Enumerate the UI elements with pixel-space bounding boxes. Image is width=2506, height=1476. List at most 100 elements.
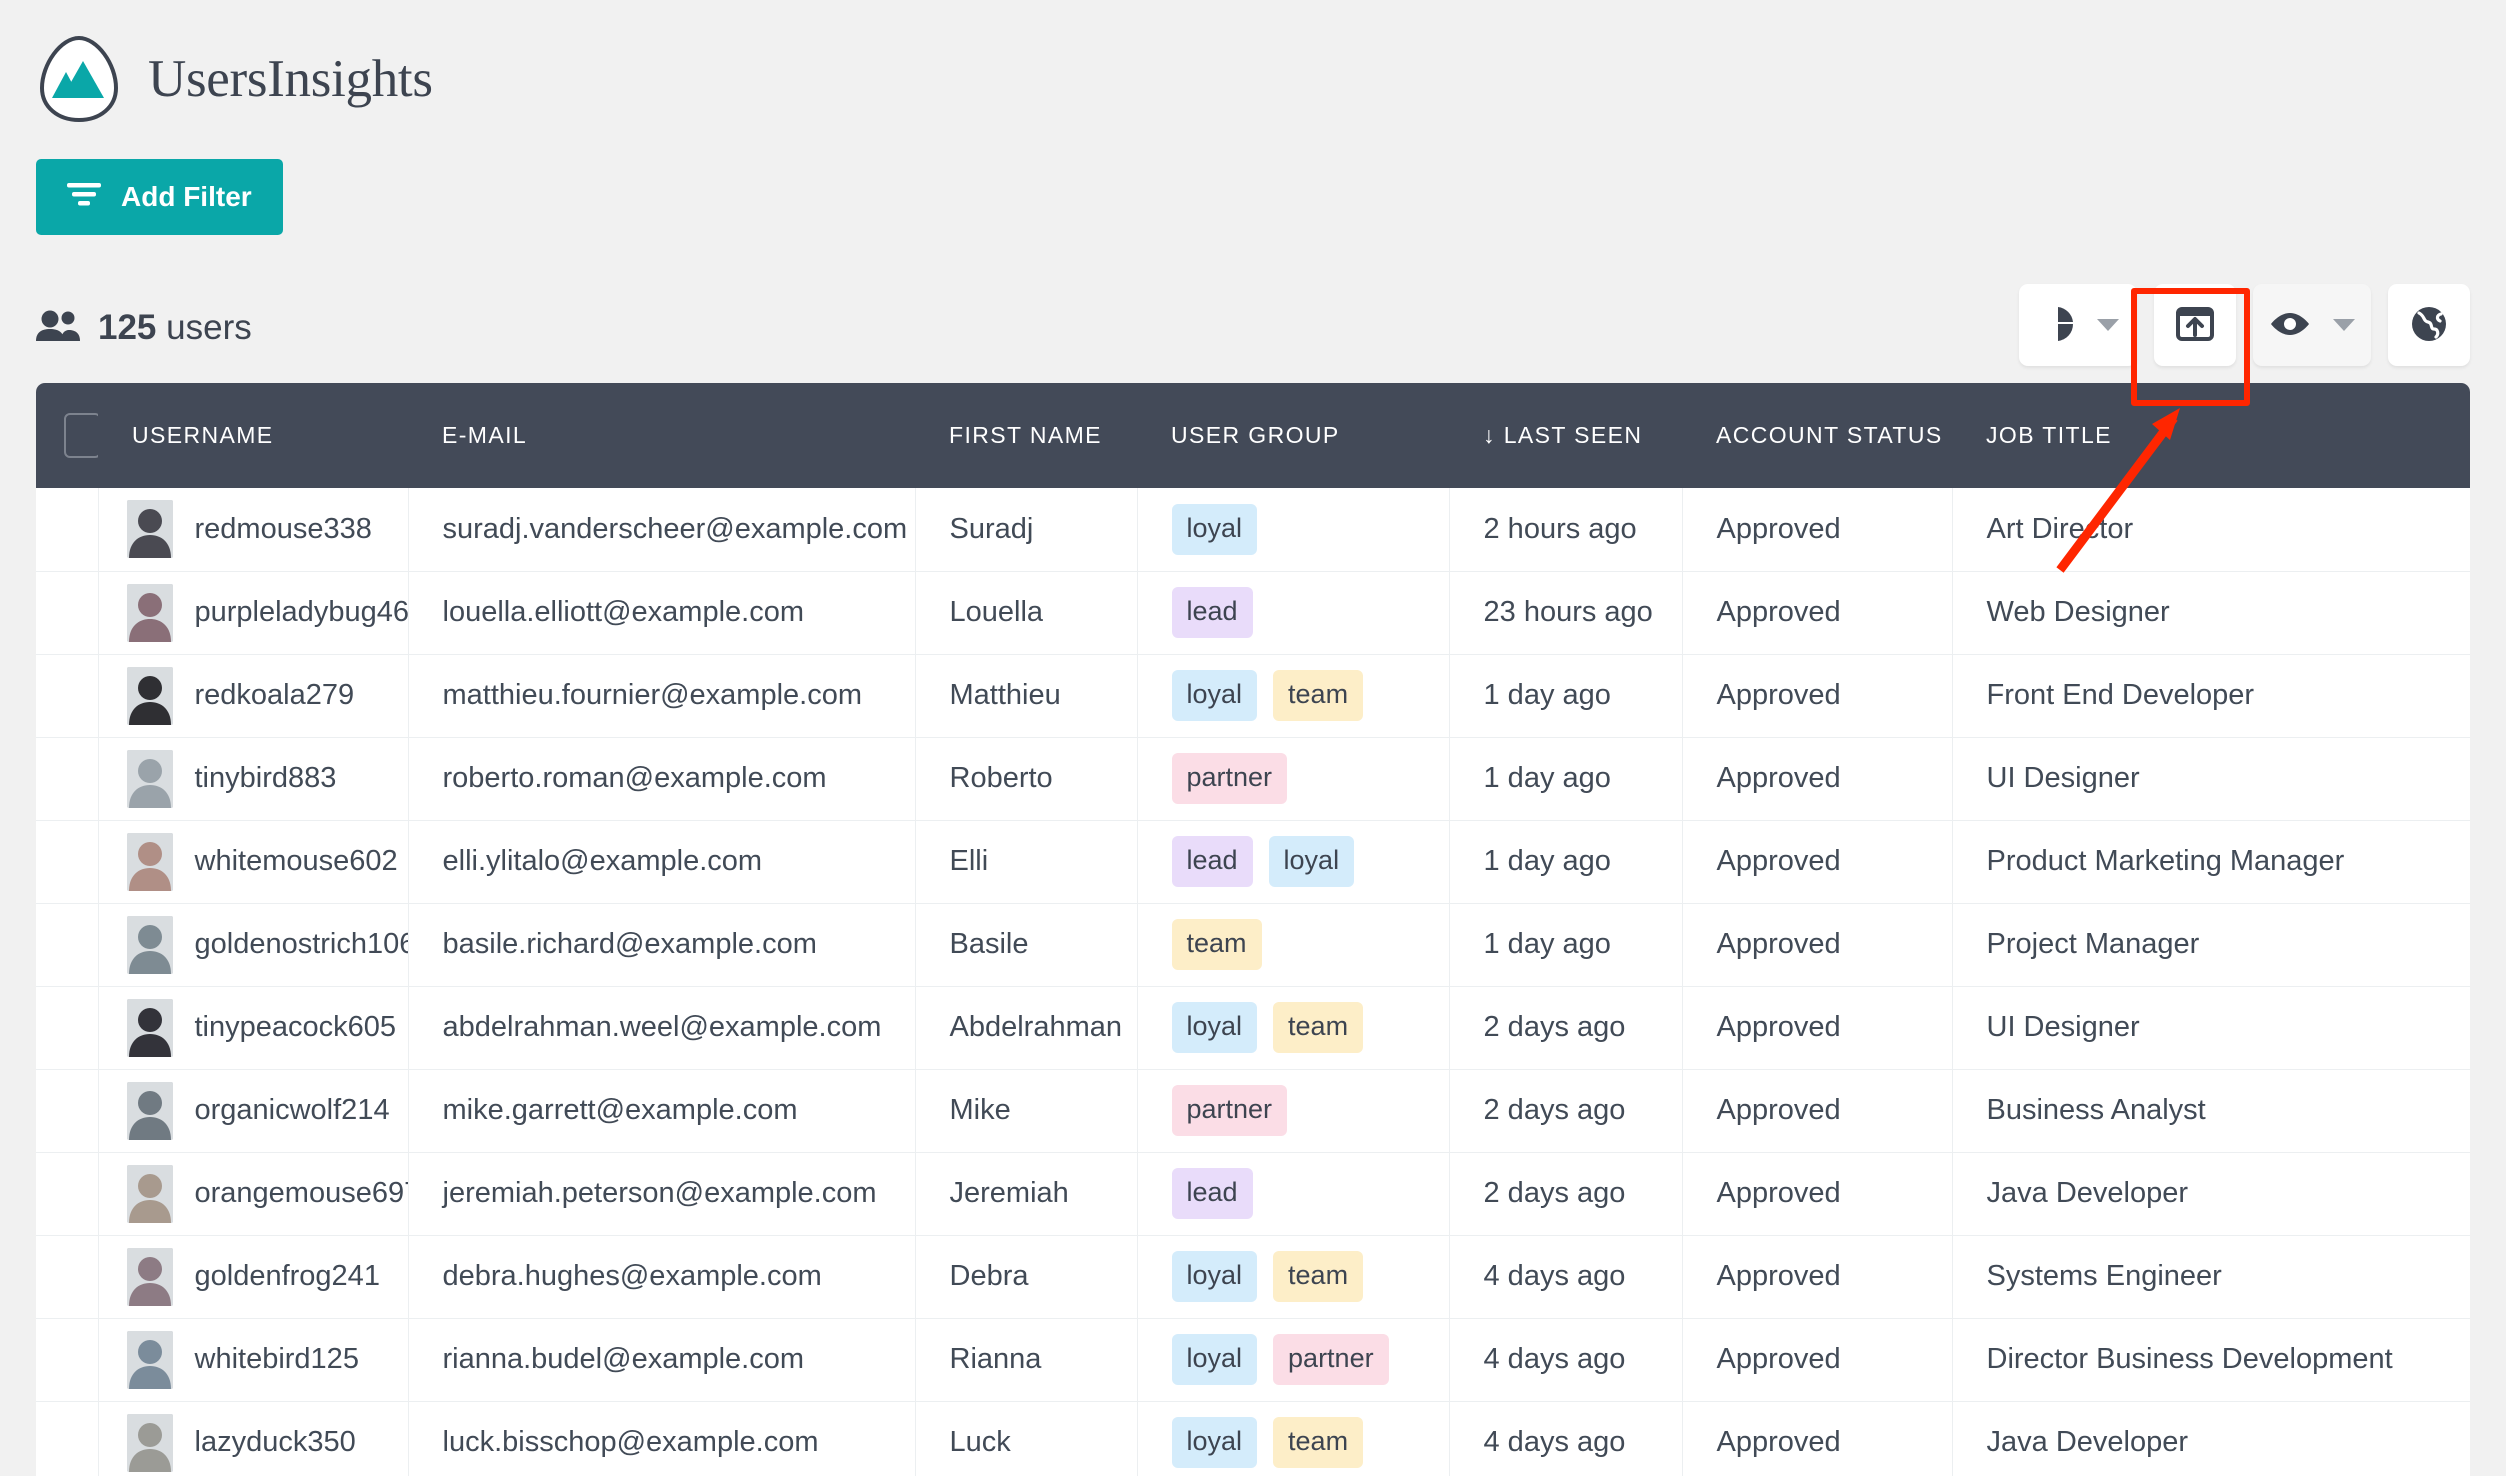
user-group-badge[interactable]: partner bbox=[1171, 753, 1288, 804]
row-checkbox-cell[interactable] bbox=[36, 737, 98, 821]
user-group-badge[interactable]: loyal bbox=[1171, 1002, 1258, 1053]
table-row[interactable]: lazyduck350 luck.bisschop@example.com Luck… bbox=[36, 1401, 2470, 1476]
cell-username[interactable]: purpleladybug461 bbox=[97, 571, 408, 655]
cell-username[interactable]: goldenostrich106 bbox=[97, 903, 408, 987]
export-button[interactable] bbox=[2154, 284, 2236, 366]
avatar bbox=[126, 583, 173, 642]
table-row[interactable]: tinypeacock605 abdelrahman.weel@example.c… bbox=[36, 986, 2470, 1070]
cell-account-status: Approved bbox=[1681, 1401, 1952, 1476]
user-group-badge[interactable]: partner bbox=[1171, 1085, 1288, 1136]
column-header-first-name[interactable]: FIRST NAME bbox=[915, 383, 1137, 488]
cell-username[interactable]: goldenfrog241 bbox=[97, 1235, 408, 1319]
user-group-badge[interactable]: loyal bbox=[1171, 503, 1258, 555]
select-all-header[interactable] bbox=[36, 383, 101, 488]
table-row[interactable]: goldenfrog241 debra.hughes@example.com Deb… bbox=[36, 1235, 2470, 1319]
user-group-badge[interactable]: lead bbox=[1171, 836, 1253, 887]
user-group-badge[interactable]: loyal bbox=[1268, 836, 1355, 887]
username-text: goldenfrog241 bbox=[194, 1260, 380, 1292]
table-actions-toolbar bbox=[2019, 284, 2470, 366]
table-row[interactable]: tinybird883 roberto.roman@example.com Robe… bbox=[36, 737, 2470, 821]
cell-username[interactable]: organicwolf214 bbox=[97, 1069, 408, 1153]
row-checkbox-cell[interactable] bbox=[36, 903, 98, 987]
row-checkbox-cell[interactable] bbox=[36, 488, 98, 572]
cell-job-title: Systems Engineer bbox=[1951, 1235, 2470, 1319]
row-checkbox-cell[interactable] bbox=[36, 1318, 98, 1402]
row-checkbox-cell[interactable] bbox=[36, 1069, 98, 1153]
cell-username[interactable]: lazyduck350 bbox=[97, 1401, 408, 1476]
visibility-dropdown-button[interactable] bbox=[2253, 284, 2371, 366]
row-checkbox-cell[interactable] bbox=[36, 1235, 98, 1319]
column-header-last-seen[interactable]: ↓ LAST SEEN bbox=[1449, 383, 1682, 488]
cell-user-group: team bbox=[1136, 903, 1449, 987]
avatar bbox=[126, 1081, 173, 1140]
user-group-badge[interactable]: loyal bbox=[1171, 1251, 1258, 1302]
table-row[interactable]: whitemouse602 elli.ylitalo@example.com Ell… bbox=[36, 820, 2470, 904]
cell-account-status: Approved bbox=[1681, 820, 1952, 904]
cell-job-title: Product Marketing Manager bbox=[1951, 820, 2470, 904]
cell-username[interactable]: tinybird883 bbox=[97, 737, 408, 821]
table-row[interactable]: orangemouse697 jeremiah.peterson@example.… bbox=[36, 1152, 2470, 1236]
user-group-badge[interactable]: team bbox=[1171, 919, 1262, 970]
cell-job-title: UI Designer bbox=[1951, 737, 2470, 821]
map-button[interactable] bbox=[2388, 284, 2470, 366]
cell-last-seen: 2 days ago bbox=[1448, 1152, 1682, 1236]
user-group-badge[interactable]: team bbox=[1273, 1251, 1364, 1302]
table-row[interactable]: whitebird125 rianna.budel@example.com Rian… bbox=[36, 1318, 2470, 1402]
username-text: tinybird883 bbox=[194, 762, 337, 794]
cell-username[interactable]: tinypeacock605 bbox=[97, 986, 408, 1070]
row-checkbox-cell[interactable] bbox=[36, 571, 98, 655]
cell-username[interactable]: whitemouse602 bbox=[97, 820, 408, 904]
add-filter-label: Add Filter bbox=[121, 181, 252, 212]
user-group-badge[interactable]: team bbox=[1273, 670, 1364, 721]
cell-account-status: Approved bbox=[1681, 488, 1952, 572]
cell-account-status: Approved bbox=[1681, 1152, 1952, 1236]
table-row[interactable]: redmouse338 suradj.vanderscheer@example.c… bbox=[36, 488, 2470, 572]
username-text: tinypeacock605 bbox=[194, 1011, 397, 1043]
cell-last-seen: 23 hours ago bbox=[1448, 571, 1682, 655]
column-header-username[interactable]: USERNAME bbox=[98, 383, 408, 488]
cell-username[interactable]: redkoala279 bbox=[97, 654, 408, 738]
user-group-badge[interactable]: partner bbox=[1273, 1334, 1389, 1385]
user-group-badge[interactable]: loyal bbox=[1171, 1417, 1258, 1469]
avatar bbox=[126, 1164, 173, 1223]
user-group-badge[interactable]: team bbox=[1273, 1417, 1364, 1469]
cell-email: abdelrahman.weel@example.com bbox=[407, 986, 915, 1070]
row-checkbox-cell[interactable] bbox=[36, 1152, 98, 1236]
row-checkbox-cell[interactable] bbox=[36, 654, 98, 738]
table-row[interactable]: purpleladybug461 louella.elliott@example.… bbox=[36, 571, 2470, 655]
people-icon bbox=[36, 310, 80, 347]
row-checkbox-cell[interactable] bbox=[36, 986, 98, 1070]
table-body: redmouse338 suradj.vanderscheer@example.c… bbox=[36, 488, 2470, 1476]
user-group-badge[interactable]: lead bbox=[1171, 1168, 1253, 1219]
cell-last-seen: 2 days ago bbox=[1448, 986, 1682, 1070]
cell-last-seen: 1 day ago bbox=[1448, 903, 1682, 987]
row-checkbox-cell[interactable] bbox=[36, 1401, 98, 1476]
add-filter-button[interactable]: Add Filter bbox=[36, 159, 283, 235]
cell-user-group: loyal team bbox=[1136, 654, 1449, 738]
user-group-badge[interactable]: loyal bbox=[1171, 670, 1258, 721]
chevron-down-icon bbox=[2097, 319, 2119, 331]
column-header-job-title[interactable]: JOB TITLE bbox=[1952, 383, 2470, 488]
cell-job-title: Web Designer bbox=[1951, 571, 2470, 655]
user-count: 125 users bbox=[36, 308, 252, 348]
cell-username[interactable]: redmouse338 bbox=[97, 488, 408, 572]
user-group-badge[interactable]: lead bbox=[1171, 587, 1253, 638]
chart-dropdown-button[interactable] bbox=[2019, 284, 2137, 366]
avatar bbox=[126, 832, 173, 891]
brand-name: UsersInsights bbox=[148, 50, 433, 108]
chevron-down-icon bbox=[2333, 319, 2355, 331]
user-group-badge[interactable]: loyal bbox=[1171, 1334, 1258, 1385]
table-row[interactable]: redkoala279 matthieu.fournier@example.com… bbox=[36, 654, 2470, 738]
column-header-email[interactable]: E-MAIL bbox=[408, 383, 915, 488]
column-header-user-group[interactable]: USER GROUP bbox=[1137, 383, 1449, 488]
cell-username[interactable]: whitebird125 bbox=[97, 1318, 408, 1402]
table-row[interactable]: organicwolf214 mike.garrett@example.com Mi… bbox=[36, 1069, 2470, 1153]
cell-email: rianna.budel@example.com bbox=[407, 1318, 915, 1402]
cell-last-seen: 1 day ago bbox=[1448, 737, 1682, 821]
user-group-badge[interactable]: team bbox=[1273, 1002, 1364, 1053]
table-row[interactable]: goldenostrich106 basile.richard@example.c… bbox=[36, 903, 2470, 987]
column-header-account-status[interactable]: ACCOUNT STATUS bbox=[1682, 383, 1952, 488]
cell-username[interactable]: orangemouse697 bbox=[97, 1152, 408, 1236]
select-all-checkbox[interactable] bbox=[64, 413, 101, 458]
row-checkbox-cell[interactable] bbox=[36, 820, 98, 904]
